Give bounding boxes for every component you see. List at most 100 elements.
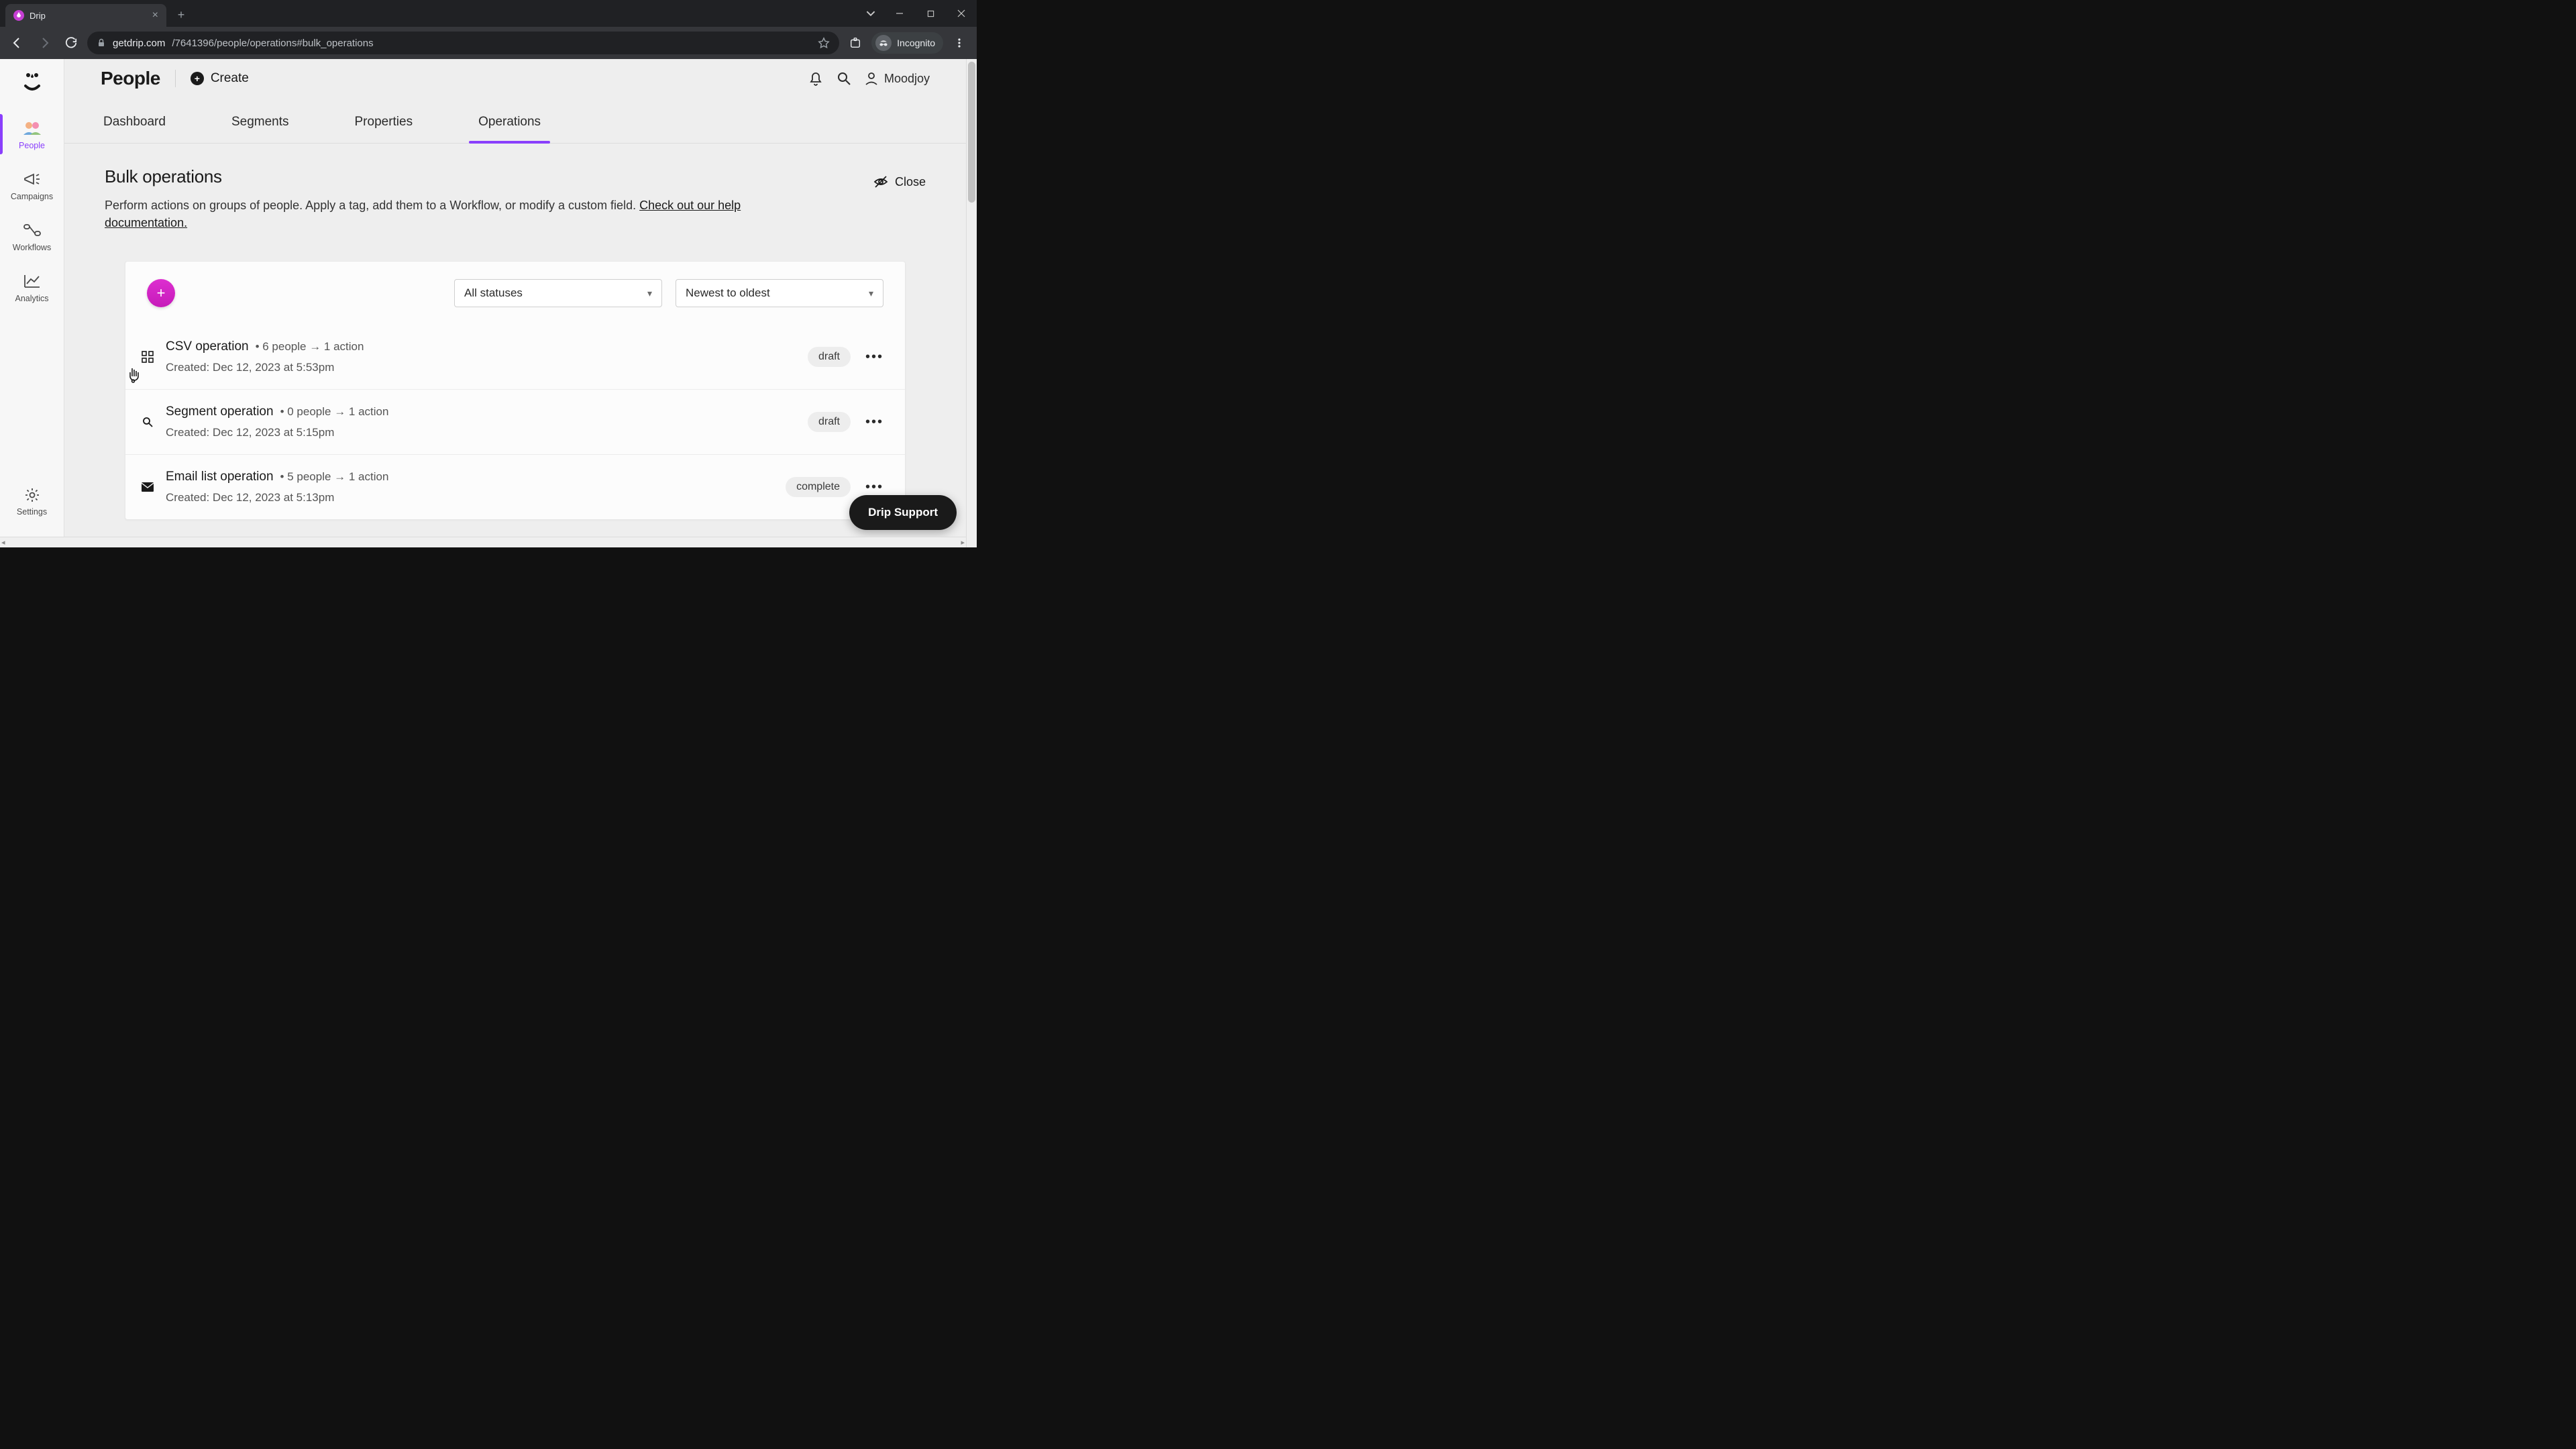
tab-title: Drip [30,11,46,21]
add-operation-button[interactable]: + [147,279,175,307]
page-tabs: Dashboard Segments Properties Operations [64,98,966,144]
divider [175,70,176,87]
status-badge: draft [808,412,851,432]
operation-name: Segment operation [166,405,274,419]
lock-icon [97,38,106,48]
sidebar-item-campaigns[interactable]: Campaigns [0,160,64,211]
vertical-scrollbar[interactable] [966,59,977,547]
tab-segments[interactable]: Segments [229,115,292,143]
close-button[interactable]: Close [873,174,926,189]
operations-list: CSV operation • 6 people → 1 action Crea… [125,325,905,519]
app-header: People + Create Moodjoy [64,59,966,98]
status-filter-value: All statuses [464,286,523,300]
search-icon[interactable] [836,70,852,87]
tab-dashboard[interactable]: Dashboard [101,115,168,143]
filter-selects: All statuses ▾ Newest to oldest ▾ [454,279,883,307]
operation-info: Segment operation • 0 people → 1 action … [166,405,388,439]
operation-name: Email list operation [166,470,274,484]
tab-label: Segments [231,115,289,129]
operation-created: Created: Dec 12, 2023 at 5:13pm [166,491,388,504]
row-menu-icon[interactable]: ••• [865,415,883,430]
envelope-icon [140,480,155,494]
browser-menu-icon[interactable] [949,32,970,54]
sort-value: Newest to oldest [686,286,770,300]
create-button[interactable]: + Create [191,71,249,86]
create-label: Create [211,71,249,86]
analytics-icon [22,272,42,290]
section-header: Bulk operations Perform actions on group… [64,144,966,231]
operation-created: Created: Dec 12, 2023 at 5:53pm [166,361,364,374]
incognito-badge[interactable]: Incognito [871,32,943,54]
close-tab-icon[interactable]: × [152,10,158,21]
sidebar-item-analytics[interactable]: Analytics [0,262,64,313]
workflow-icon [22,221,42,239]
search-small-icon [140,415,155,429]
sidebar-item-label: Analytics [15,294,48,303]
status-badge: complete [786,477,851,497]
status-filter-select[interactable]: All statuses ▾ [454,279,662,307]
tab-label: Properties [355,115,413,129]
incognito-label: Incognito [897,38,935,48]
page-title: People [101,68,160,89]
bell-icon[interactable] [808,70,824,87]
eye-off-icon [873,174,888,189]
sort-select[interactable]: Newest to oldest ▾ [676,279,883,307]
plus-circle-icon: + [191,72,204,85]
sidebar-item-settings[interactable]: Settings [0,480,64,523]
minimize-icon[interactable] [884,0,915,27]
drip-favicon-icon [13,10,24,21]
operation-info: CSV operation • 6 people → 1 action Crea… [166,339,364,374]
operation-created: Created: Dec 12, 2023 at 5:15pm [166,426,388,439]
operation-row[interactable]: Segment operation • 0 people → 1 action … [125,389,905,454]
close-label: Close [895,175,926,189]
desc-text: Perform actions on groups of people. App… [105,199,639,212]
window-controls [857,0,977,27]
operation-name: CSV operation [166,339,249,354]
row-menu-icon[interactable]: ••• [865,480,883,495]
tab-properties[interactable]: Properties [352,115,416,143]
operation-info: Email list operation • 5 people → 1 acti… [166,470,388,504]
window-close-icon[interactable] [946,0,977,27]
scroll-right-icon[interactable]: ▸ [961,538,965,547]
section-description: Perform actions on groups of people. App… [105,197,762,231]
row-menu-icon[interactable]: ••• [865,350,883,365]
user-avatar-icon [864,71,879,86]
tabs-dropdown-icon[interactable] [857,0,884,27]
browser-toolbar: getdrip.com/7641396/people/operations#bu… [0,27,977,59]
megaphone-icon [22,170,42,188]
scroll-left-icon[interactable]: ◂ [1,538,5,547]
sidebar-item-workflows[interactable]: Workflows [0,211,64,262]
main-content: Bulk operations Perform actions on group… [64,144,966,537]
people-icon [22,119,42,137]
scrollbar-thumb[interactable] [968,62,975,203]
user-menu[interactable]: Moodjoy [864,71,930,86]
operation-row[interactable]: CSV operation • 6 people → 1 action Crea… [125,325,905,389]
grid-icon [140,350,155,364]
forward-icon[interactable] [34,32,55,54]
operation-meta: • 5 people → 1 action [280,470,389,484]
new-tab-button[interactable]: + [172,5,191,24]
horizontal-scrollbar[interactable]: ◂▸ [0,537,966,547]
operation-meta: • 0 people → 1 action [280,405,389,419]
tab-operations[interactable]: Operations [476,115,543,143]
app-viewport: People Campaigns Workflows Analytics Set… [0,59,977,547]
bookmark-star-icon[interactable] [818,37,830,49]
browser-window: Drip × + getdrip.com/7641396/people/oper… [0,0,977,547]
maximize-icon[interactable] [915,0,946,27]
drip-logo-icon[interactable] [19,68,46,95]
sidebar-item-people[interactable]: People [0,109,64,160]
operations-card: + All statuses ▾ Newest to oldest ▾ [125,261,906,520]
header-actions: Moodjoy [808,70,930,87]
operation-row[interactable]: Email list operation • 5 people → 1 acti… [125,454,905,519]
browser-tab[interactable]: Drip × [5,4,166,27]
back-icon[interactable] [7,32,28,54]
chevron-down-icon: ▾ [647,288,652,299]
extensions-icon[interactable] [845,32,866,54]
user-name: Moodjoy [884,72,930,86]
support-chat-button[interactable]: Drip Support [849,495,957,530]
sidebar-item-label: Campaigns [11,192,53,201]
address-bar[interactable]: getdrip.com/7641396/people/operations#bu… [87,32,839,54]
tab-strip: Drip × + [0,0,977,27]
reload-icon[interactable] [60,32,82,54]
gear-icon [24,487,40,503]
